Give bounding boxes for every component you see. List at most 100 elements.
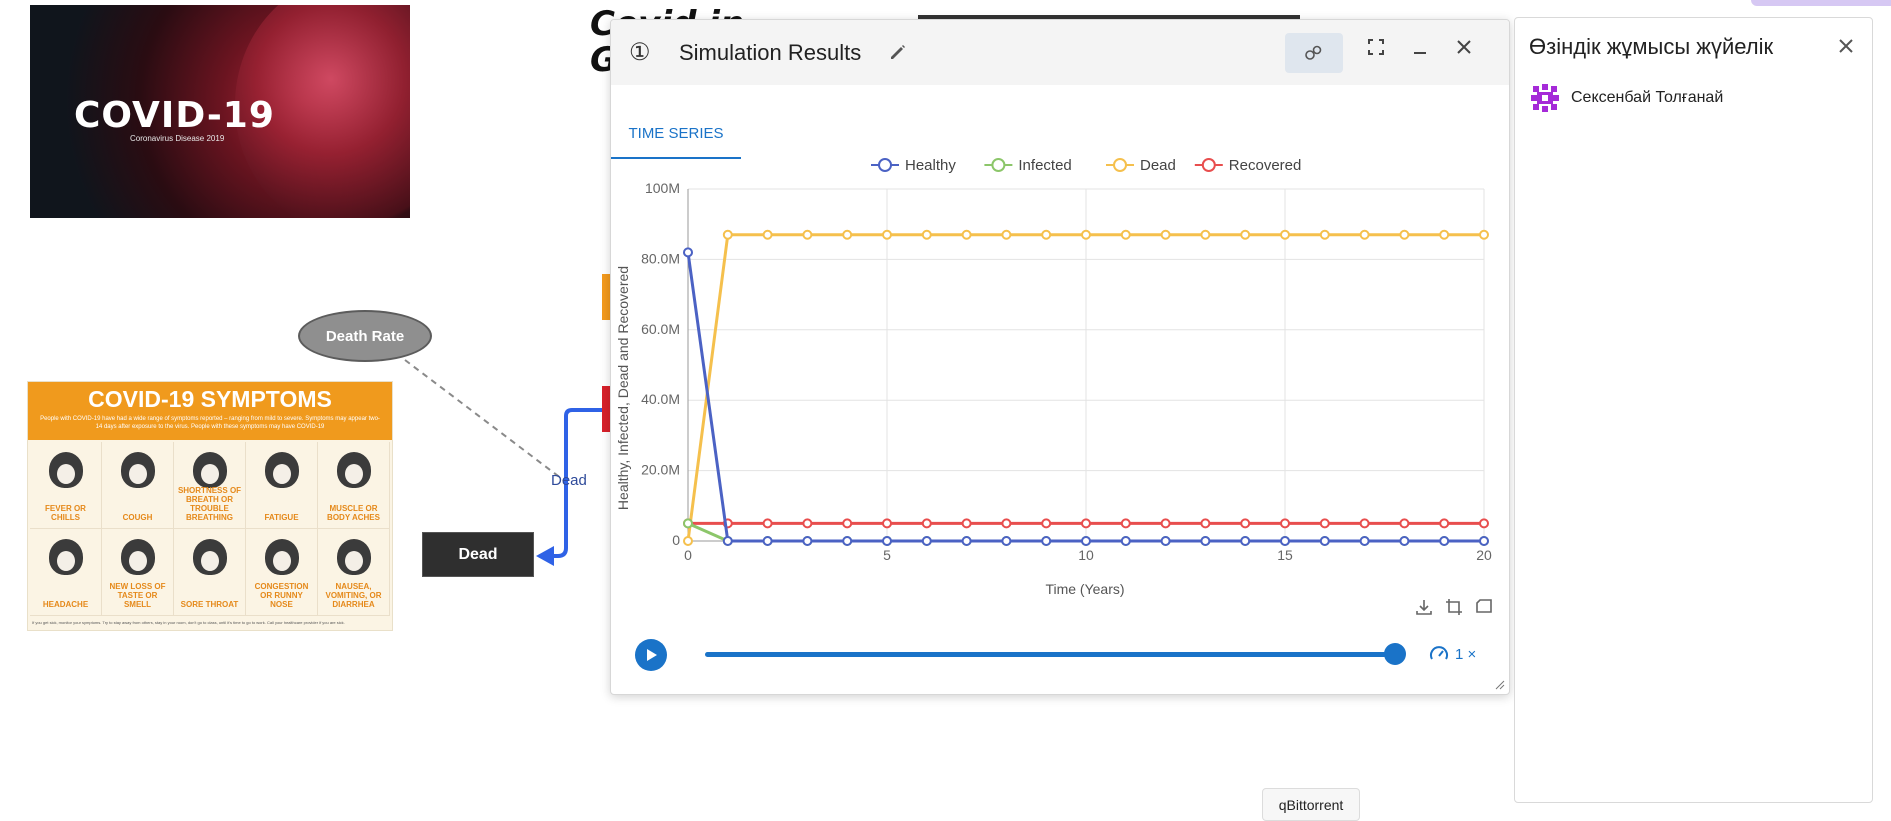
data-point-healthy [842, 536, 853, 546]
data-point-healthy [1479, 536, 1489, 546]
chart-legend[interactable]: Healthy Infected Dead Recovered [871, 157, 1301, 174]
data-point-recovered [1081, 518, 1091, 529]
legend-label: Healthy [905, 157, 956, 174]
data-point-dead [762, 229, 773, 240]
data-point-healthy [683, 247, 693, 258]
death-rate-variable[interactable]: Death Rate [298, 310, 432, 362]
download-icon[interactable] [1416, 600, 1432, 615]
symptom-card: CONGESTION OR RUNNY NOSE [246, 529, 318, 616]
data-point-dead [722, 229, 733, 240]
data-point-recovered [882, 518, 892, 529]
data-point-healthy [1280, 536, 1290, 546]
legend-swatch-marker [878, 158, 892, 172]
symptoms-poster: COVID-19 SYMPTOMS People with COVID-19 h… [27, 381, 393, 631]
speed-control[interactable]: 1 × [1429, 644, 1476, 664]
symptom-illustration-icon [120, 452, 155, 488]
data-point-dead [1001, 229, 1012, 240]
data-point-recovered [1399, 518, 1410, 529]
playback-controls: 1 × [611, 628, 1509, 678]
data-point-dead [1160, 229, 1171, 240]
y-tick-label: 60.0M [641, 321, 680, 337]
assignment-panel: Өзіндік жұмысы жүйелік Сексенбай Толғана… [1514, 17, 1873, 803]
data-point-dead [1240, 229, 1251, 240]
x-axis-label: Time (Years) [1045, 581, 1124, 597]
play-icon [647, 649, 657, 661]
x-tick-label: 20 [1476, 547, 1492, 563]
x-tick-label: 15 [1277, 547, 1293, 563]
death-rate-link[interactable] [404, 359, 567, 483]
symptom-label: SHORTNESS OF BREATH OR TROUBLE BREATHING [177, 486, 242, 522]
data-point-healthy [1160, 536, 1171, 546]
poster-title: COVID-19 SYMPTOMS [88, 386, 332, 412]
legend-label: Recovered [1229, 157, 1302, 174]
poster-header: COVID-19 SYMPTOMS People with COVID-19 h… [28, 382, 392, 440]
data-point-healthy [1359, 536, 1370, 546]
zoom-icon[interactable] [1446, 599, 1462, 615]
dead-stock[interactable]: Dead [422, 532, 534, 577]
legend-item-dead[interactable]: Dead [1106, 157, 1176, 174]
data-point-recovered [802, 518, 813, 529]
data-point-recovered [961, 518, 972, 529]
legend-item-infected[interactable]: Infected [984, 157, 1072, 174]
data-point-dead [1319, 229, 1330, 240]
identicon-avatar [1531, 84, 1559, 112]
data-point-healthy [1120, 536, 1131, 546]
symptom-label: FEVER OR CHILLS [45, 504, 86, 522]
symptom-label: SORE THROAT [180, 600, 239, 609]
data-point-dead [1479, 229, 1489, 240]
data-point-recovered [1041, 518, 1052, 529]
dead-flow-label[interactable]: Dead [551, 472, 587, 489]
resize-grip-icon[interactable] [1495, 680, 1505, 690]
data-point-recovered [1160, 518, 1171, 529]
data-point-recovered [921, 518, 932, 529]
data-point-healthy [1200, 536, 1211, 546]
x-tick-label: 5 [883, 547, 891, 563]
y-tick-label: 20.0M [641, 462, 680, 478]
y-tick-label: 0 [672, 532, 680, 548]
data-point-healthy [921, 536, 932, 546]
data-point-dead [683, 536, 693, 546]
y-axis-label: Healthy, Infected, Dead and Recovered [615, 266, 631, 510]
close-icon[interactable] [1834, 34, 1858, 58]
legend-item-recovered[interactable]: Recovered [1194, 157, 1302, 174]
data-point-dead [921, 229, 932, 240]
symptom-card: COUGH [102, 442, 174, 529]
symptom-label: NEW LOSS OF TASTE OR SMELL [109, 582, 166, 609]
data-point-recovered [762, 518, 773, 529]
data-point-dead [1200, 229, 1211, 240]
symptom-label: MUSCLE OR BODY ACHES [327, 504, 380, 522]
legend-swatch-marker [991, 158, 1006, 172]
symptom-illustration-icon [264, 452, 299, 488]
symptom-label: COUGH [122, 513, 153, 522]
data-point-healthy [1001, 536, 1012, 546]
legend-item-healthy[interactable]: Healthy [871, 157, 956, 174]
data-point-recovered [1240, 518, 1251, 529]
dead-flow-arrowhead [536, 546, 554, 566]
data-point-healthy [1240, 536, 1251, 546]
symptom-card: MUSCLE OR BODY ACHES [318, 442, 390, 529]
data-point-healthy [762, 536, 773, 546]
data-point-recovered [1120, 518, 1131, 529]
y-tick-label: 40.0M [641, 391, 680, 407]
symptom-illustration-icon [192, 452, 227, 488]
symptom-label: NAUSEA, VOMITING, OR DIARRHEA [325, 582, 382, 609]
data-point-recovered [1439, 518, 1450, 529]
symptom-illustration-icon [264, 539, 299, 575]
data-point-recovered [1359, 518, 1370, 529]
panel-title: Өзіндік жұмысы жүйелік [1529, 34, 1774, 59]
data-point-dead [1041, 229, 1052, 240]
data-point-infected [683, 518, 693, 529]
time-slider-track[interactable] [705, 652, 1395, 657]
data-point-dead [842, 229, 853, 240]
symptom-card: FATIGUE [246, 442, 318, 529]
symptom-illustration-icon [336, 452, 371, 488]
symptom-card: FEVER OR CHILLS [30, 442, 102, 529]
time-slider-thumb[interactable] [1384, 643, 1406, 665]
zoom-reset-icon[interactable] [1476, 599, 1492, 613]
data-point-healthy [722, 536, 733, 546]
panel-user[interactable]: Сексенбай Толғанай [1529, 82, 1723, 114]
play-button[interactable] [635, 639, 667, 671]
symptom-card: HEADACHE [30, 529, 102, 616]
time-series-chart: 0 20.0M 40.0M 60.0M 80.0M 100M 0 5 10 15 20 Health… [615, 157, 1492, 615]
simulation-results-window[interactable]: ① Simulation Results TIME SERIES 0 20.0M… [610, 19, 1510, 695]
